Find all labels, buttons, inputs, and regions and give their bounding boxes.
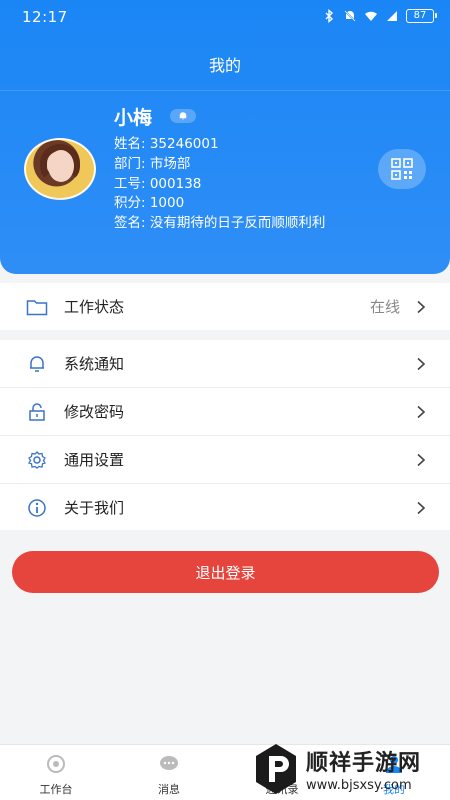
tab-workbench[interactable]: 工作台: [16, 753, 96, 797]
menu-item-label: 通用设置: [64, 451, 125, 469]
info-name: 姓名: 35246001: [114, 136, 219, 152]
chevron-right-icon: [417, 405, 426, 418]
bell-icon: [26, 353, 48, 375]
info-department: 部门: 市场部: [114, 156, 191, 172]
mute-icon: [344, 10, 356, 22]
bell-badge-icon: [179, 112, 187, 120]
folder-icon: [26, 296, 48, 318]
chevron-right-icon: [417, 300, 426, 313]
status-bar: 12:17 87: [0, 0, 450, 36]
work-status-row[interactable]: 工作状态 在线: [0, 283, 450, 330]
logout-button[interactable]: 退出登录: [12, 551, 439, 593]
avatar-face: [48, 150, 74, 182]
watermark-text: 顺祥手游网 www.bjsxsy.com: [306, 745, 421, 793]
work-status-value: 在线: [369, 298, 400, 316]
menu-item-notifications[interactable]: 系统通知: [0, 340, 450, 387]
info-icon: [26, 497, 48, 519]
settings-menu: 系统通知 修改密码 通用设置 关于我们: [0, 340, 450, 530]
info-signature: 签名: 没有期待的日子反而顺顺利利: [114, 215, 326, 231]
menu-item-label: 系统通知: [64, 355, 125, 373]
tab-messages[interactable]: 消息: [129, 753, 209, 797]
gear-icon: [26, 449, 48, 471]
signal-icon: [387, 11, 397, 21]
nav-divider: [0, 90, 450, 91]
watermark: 顺祥手游网 www.bjsxsy.com: [254, 738, 450, 800]
info-points: 积分: 1000: [114, 195, 185, 211]
status-icons: 87: [322, 9, 437, 23]
menu-item-about-us[interactable]: 关于我们: [0, 484, 450, 531]
workbench-icon: [47, 755, 65, 773]
menu-item-general-settings[interactable]: 通用设置: [0, 436, 450, 483]
qr-code-icon: [391, 158, 413, 180]
user-name: 小梅: [114, 107, 153, 129]
chevron-right-icon: [417, 357, 426, 370]
bluetooth-icon: [325, 9, 334, 23]
menu-item-label: 关于我们: [64, 499, 125, 517]
user-badge: [170, 109, 196, 123]
status-time: 12:17: [22, 8, 68, 26]
avatar[interactable]: [24, 138, 96, 200]
watermark-url: www.bjsxsy.com: [306, 778, 412, 793]
work-status-card: 工作状态 在线: [0, 283, 450, 330]
menu-item-change-password[interactable]: 修改密码: [0, 388, 450, 435]
lock-icon: [26, 401, 48, 423]
tab-label: 消息: [158, 783, 180, 796]
watermark-logo-icon: [256, 744, 296, 794]
watermark-title: 顺祥手游网: [306, 751, 422, 776]
chevron-right-icon: [417, 453, 426, 466]
profile-header: 12:17 87 我的 小梅 姓名: 35246001 部门: 市场部 工号: …: [0, 0, 450, 274]
info-employee-id: 工号: 000138: [114, 176, 202, 192]
message-icon: [160, 756, 178, 770]
qr-code-button[interactable]: [378, 149, 426, 189]
chevron-right-icon: [417, 501, 426, 514]
wifi-icon: [365, 11, 377, 21]
page-title: 我的: [208, 56, 241, 75]
work-status-label: 工作状态: [64, 298, 125, 316]
menu-item-label: 修改密码: [64, 403, 125, 421]
battery-indicator: 87: [406, 9, 437, 23]
tab-label: 工作台: [39, 783, 73, 796]
